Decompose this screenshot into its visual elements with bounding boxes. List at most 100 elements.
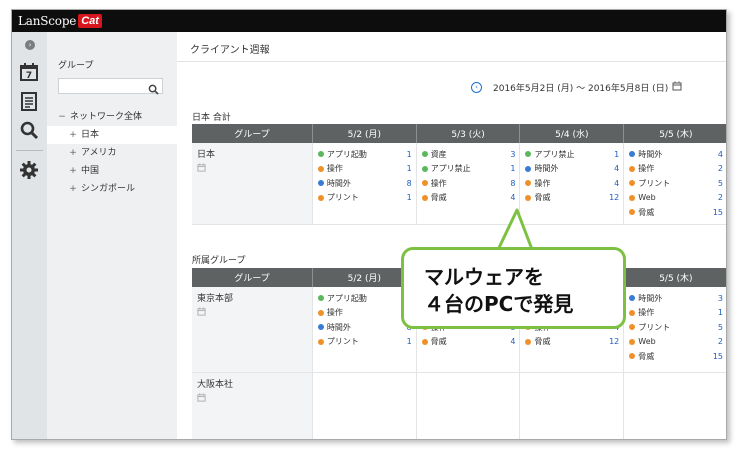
event-count[interactable]: 4 bbox=[614, 179, 619, 188]
calendar-icon[interactable] bbox=[197, 163, 308, 175]
sidebar-title: グループ bbox=[58, 61, 94, 71]
event-item[interactable]: 脅威 15 bbox=[629, 349, 723, 364]
lanscope-logo[interactable]: LanScope Cat bbox=[18, 13, 102, 29]
event-count[interactable]: 4 bbox=[718, 150, 723, 159]
event-label: アプリ禁止 bbox=[534, 149, 575, 159]
event-item[interactable]: 脅威 12 bbox=[525, 191, 619, 206]
event-count[interactable]: 15 bbox=[713, 208, 723, 217]
expand-icon[interactable]: + bbox=[68, 162, 78, 180]
gear-icon[interactable] bbox=[17, 160, 41, 180]
tree-item[interactable]: + シンガポール bbox=[47, 180, 177, 198]
event-count[interactable]: 12 bbox=[609, 193, 619, 202]
collapse-icon[interactable]: › bbox=[25, 40, 35, 50]
event-count[interactable]: 1 bbox=[614, 150, 619, 159]
expand-icon[interactable]: + bbox=[68, 144, 78, 162]
event-item[interactable]: アプリ起動1 bbox=[317, 291, 412, 306]
event-count[interactable]: 8 bbox=[510, 179, 515, 188]
title-divider bbox=[177, 61, 726, 62]
group-search-input[interactable] bbox=[58, 78, 163, 95]
event-count[interactable]: 3 bbox=[510, 150, 515, 159]
event-label: Web bbox=[638, 337, 656, 347]
event-item[interactable]: 操作1 bbox=[629, 306, 723, 321]
event-item[interactable]: 資産 3 bbox=[421, 147, 515, 162]
group-name[interactable]: 東京本部 bbox=[197, 294, 233, 304]
calendar-icon[interactable] bbox=[197, 392, 308, 405]
expand-icon[interactable]: + bbox=[68, 126, 78, 144]
event-dot-icon bbox=[317, 151, 324, 158]
event-item[interactable]: 操作 4 bbox=[525, 176, 619, 191]
event-count[interactable]: 2 bbox=[718, 164, 723, 173]
event-count[interactable]: 2 bbox=[718, 193, 723, 202]
tree-item-label: 日本 bbox=[81, 130, 100, 140]
event-count[interactable]: 3 bbox=[718, 294, 723, 303]
event-item[interactable]: 時間外 4 bbox=[525, 162, 619, 177]
event-item[interactable]: 脅威 15 bbox=[629, 205, 723, 220]
tree-item[interactable]: + 日本 bbox=[47, 126, 177, 144]
tree-item[interactable]: − ネットワーク全体 bbox=[47, 108, 177, 126]
event-count[interactable]: 1 bbox=[718, 308, 723, 317]
svg-text:7: 7 bbox=[26, 71, 32, 81]
calendar-icon[interactable]: 7 bbox=[17, 62, 41, 82]
event-item[interactable]: プリント 5 bbox=[629, 176, 723, 191]
event-count[interactable]: 1 bbox=[407, 150, 412, 159]
event-item[interactable]: 脅威 4 bbox=[421, 191, 515, 206]
column-header-date: 5/5 (木) bbox=[623, 268, 726, 287]
event-item[interactable]: プリント 1 bbox=[317, 191, 412, 206]
event-count[interactable]: 1 bbox=[510, 164, 515, 173]
event-count[interactable]: 15 bbox=[713, 352, 723, 361]
tree-item[interactable]: + アメリカ bbox=[47, 144, 177, 162]
calendar-icon[interactable] bbox=[197, 307, 308, 319]
event-item[interactable]: アプリ禁止 1 bbox=[421, 162, 515, 177]
tree-item-label: 中国 bbox=[81, 166, 100, 176]
event-item[interactable]: 操作1 bbox=[317, 162, 412, 177]
event-item[interactable]: 時間外 4 bbox=[629, 147, 723, 162]
event-item[interactable]: プリント 1 bbox=[317, 335, 412, 350]
event-dot-icon bbox=[525, 151, 532, 158]
column-header-date: 5/4 (水) bbox=[519, 124, 625, 143]
tree-item[interactable]: + 中国 bbox=[47, 162, 177, 180]
report-icon[interactable] bbox=[17, 91, 41, 111]
calendar-picker-icon[interactable] bbox=[672, 81, 682, 94]
malware-callout: マルウェアを ４台のPCで発見 bbox=[401, 247, 626, 329]
column-header-date: 5/5 (木) bbox=[623, 124, 726, 143]
group-sidebar: グループ − ネットワーク全体 + 日本 + アメリカ + 中国 + シンガポール bbox=[47, 32, 177, 439]
event-item[interactable]: Web 2 bbox=[629, 191, 723, 206]
event-count[interactable]: 8 bbox=[407, 179, 412, 188]
event-count[interactable]: 12 bbox=[609, 337, 619, 346]
event-count[interactable]: 1 bbox=[407, 193, 412, 202]
group-name[interactable]: 日本 bbox=[197, 150, 215, 160]
event-item[interactable]: Web 2 bbox=[629, 335, 723, 350]
event-count[interactable]: 4 bbox=[510, 193, 515, 202]
logo-text: LanScope bbox=[18, 14, 77, 28]
event-item[interactable]: プリント 5 bbox=[629, 320, 723, 335]
event-item[interactable]: 脅威 12 bbox=[525, 335, 619, 350]
event-count[interactable]: 5 bbox=[718, 323, 723, 332]
event-count[interactable]: 2 bbox=[718, 337, 723, 346]
section-title-total: 日本 合計 bbox=[192, 113, 231, 123]
page-title: クライアント週報 bbox=[190, 45, 270, 56]
event-item[interactable]: アプリ禁止 1 bbox=[525, 147, 619, 162]
event-item[interactable]: 操作 2 bbox=[629, 162, 723, 177]
event-label: 脅威 bbox=[534, 193, 551, 203]
search-icon[interactable] bbox=[17, 120, 41, 140]
event-dot-icon bbox=[317, 309, 324, 316]
event-count[interactable]: 1 bbox=[407, 164, 412, 173]
collapse-tree-icon[interactable]: − bbox=[57, 108, 67, 126]
prev-week-icon[interactable]: ‹ bbox=[471, 82, 482, 93]
expand-icon[interactable]: + bbox=[68, 180, 78, 198]
search-icon[interactable] bbox=[148, 80, 159, 99]
event-item[interactable]: 時間外8 bbox=[317, 320, 412, 335]
event-dot-icon bbox=[629, 209, 636, 216]
group-name[interactable]: 大阪本社 bbox=[197, 380, 233, 390]
event-count[interactable]: 4 bbox=[510, 337, 515, 346]
event-count[interactable]: 1 bbox=[407, 337, 412, 346]
event-count[interactable]: 4 bbox=[614, 164, 619, 173]
event-count[interactable]: 5 bbox=[718, 179, 723, 188]
event-item[interactable]: 操作 8 bbox=[421, 176, 515, 191]
day-cell bbox=[623, 372, 726, 439]
event-item[interactable]: 脅威 4 bbox=[421, 335, 515, 350]
event-item[interactable]: アプリ起動1 bbox=[317, 147, 412, 162]
event-item[interactable]: 操作1 bbox=[317, 306, 412, 321]
event-item[interactable]: 時間外 3 bbox=[629, 291, 723, 306]
event-item[interactable]: 時間外8 bbox=[317, 176, 412, 191]
